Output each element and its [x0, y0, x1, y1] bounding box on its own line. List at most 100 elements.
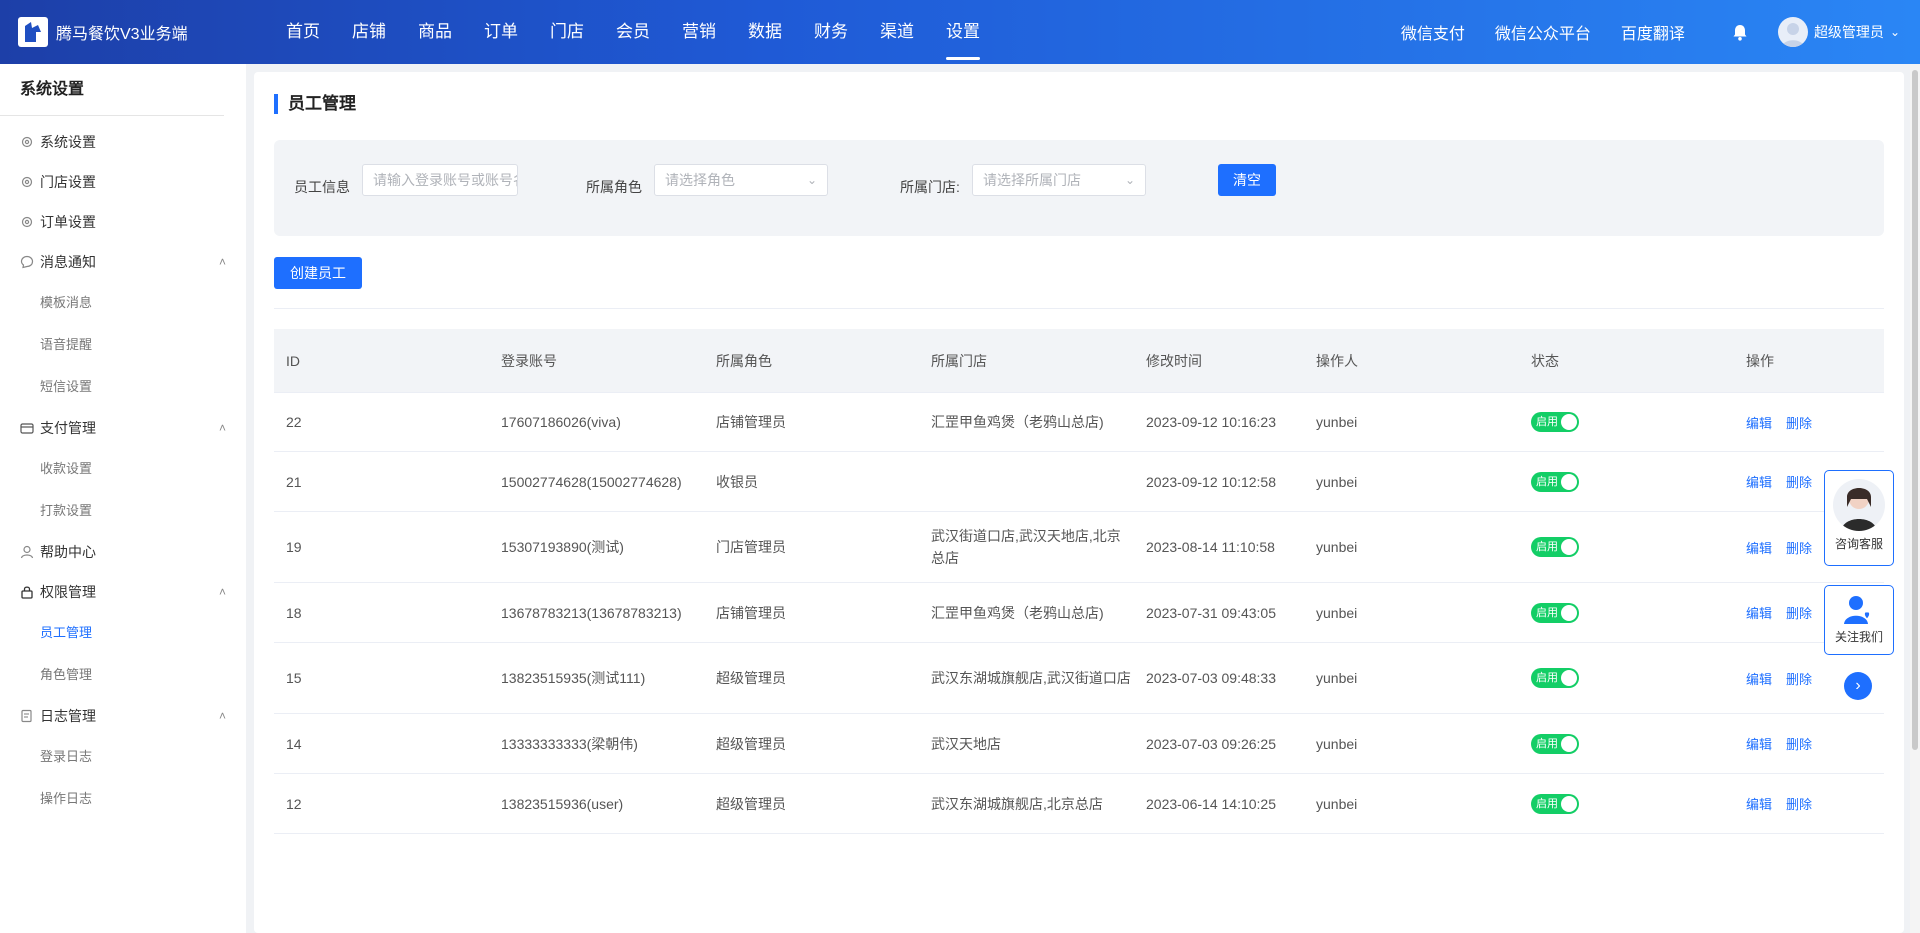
nav-item[interactable]: 设置	[930, 0, 996, 64]
cell-role: 门店管理员	[716, 539, 786, 555]
sidebar-subitem[interactable]: 收款设置	[40, 448, 136, 490]
sidebar-submenu: 员工管理 角色管理	[20, 612, 226, 696]
employee-search-input[interactable]: 请输入登录账号或账号名称	[362, 164, 518, 196]
nav-item[interactable]: 店铺	[336, 0, 402, 64]
cell-operator: yunbei	[1316, 735, 1358, 752]
status-toggle[interactable]: 启用	[1531, 668, 1579, 688]
lock-icon	[20, 585, 34, 599]
sidebar-subitem[interactable]: 登录日志	[40, 736, 136, 778]
consult-service-widget[interactable]: 咨询客服	[1824, 470, 1894, 566]
sidebar-subitem[interactable]: 角色管理	[40, 654, 136, 696]
edit-link[interactable]: 编辑	[1746, 603, 1772, 622]
chevron-down-icon: ⌄	[806, 173, 817, 187]
cell-role: 超级管理员	[716, 670, 786, 686]
chevron-up-icon[interactable]: ˄	[219, 255, 226, 269]
follow-user-icon	[1842, 594, 1876, 626]
chevron-up-icon[interactable]: ˄	[219, 421, 226, 435]
user-menu[interactable]: 超级管理员 ⌄	[1777, 17, 1900, 47]
nav-item[interactable]: 数据	[732, 0, 798, 64]
create-employee-button[interactable]: 创建员工	[274, 257, 362, 289]
chevron-right-icon[interactable]: ›	[1844, 672, 1872, 700]
scrollbar[interactable]	[1910, 64, 1920, 933]
delete-link[interactable]: 删除	[1786, 413, 1812, 432]
toggle-knob	[1561, 539, 1577, 555]
scrollbar-thumb[interactable]	[1912, 70, 1918, 750]
sidebar-subitem[interactable]: 操作日志	[40, 778, 136, 820]
edit-link[interactable]: 编辑	[1746, 413, 1772, 432]
sidebar-item[interactable]: 门店设置	[20, 162, 226, 202]
status-toggle-label: 启用	[1536, 475, 1558, 488]
cell-operator: yunbei	[1316, 795, 1358, 812]
column-header: ID	[286, 352, 300, 369]
main-nav: 首页 店铺 商品 订单 门店 会员 营销 数据 财务 渠道 设置	[270, 0, 996, 64]
sidebar-item[interactable]: 订单设置	[20, 202, 226, 242]
store-select[interactable]: 请选择所属门店 ⌄	[972, 164, 1146, 196]
sidebar-subitem[interactable]: 打款设置	[40, 490, 136, 532]
brand[interactable]: 腾马餐饮V3业务端	[0, 17, 260, 47]
sidebar: 系统设置 系统设置 门店设置 订单设置 消息通知 ˄ 模板消息 语音提醒 短信设置 支付管理 ˄ 收…	[0, 64, 246, 933]
edit-link[interactable]: 编辑	[1746, 472, 1772, 491]
table-row: 12 13823515936(user) 超级管理员 武汉东湖城旗舰店,北京总店 202…	[274, 774, 1884, 834]
nav-item[interactable]: 财务	[798, 0, 864, 64]
wechat-pay-link[interactable]: 微信支付	[1386, 20, 1480, 44]
cell-status: 启用	[1519, 733, 1734, 754]
cell-operator: yunbei	[1316, 604, 1358, 621]
cell-account: 15307193890(测试)	[501, 539, 624, 555]
cell-id: 21	[286, 473, 302, 490]
follow-us-widget[interactable]: 关注我们	[1824, 585, 1894, 655]
chevron-up-icon[interactable]: ˄	[219, 585, 226, 599]
sidebar-item[interactable]: 帮助中心	[20, 532, 226, 572]
sidebar-item[interactable]: 支付管理 ˄	[20, 408, 226, 448]
chevron-down-icon: ⌄	[1124, 173, 1135, 187]
toggle-knob	[1561, 670, 1577, 686]
status-toggle-label: 启用	[1536, 672, 1558, 684]
nav-item[interactable]: 商品	[402, 0, 468, 64]
sidebar-item[interactable]: 系统设置	[20, 122, 226, 162]
cell-id: 15	[286, 670, 302, 686]
nav-item[interactable]: 首页	[270, 0, 336, 64]
status-toggle[interactable]: 启用	[1531, 793, 1579, 814]
table-row: 18 13678783213(13678783213) 店铺管理员 汇罡甲鱼鸡煲（老鸦…	[274, 583, 1884, 643]
delete-link[interactable]: 删除	[1786, 538, 1812, 557]
sidebar-item-label: 权限管理	[40, 584, 96, 600]
status-toggle[interactable]: 启用	[1531, 602, 1579, 623]
status-toggle[interactable]: 启用	[1531, 412, 1579, 432]
baidu-translate-link[interactable]: 百度翻译	[1606, 20, 1700, 44]
nav-item[interactable]: 渠道	[864, 0, 930, 64]
edit-link[interactable]: 编辑	[1746, 669, 1772, 688]
status-toggle[interactable]: 启用	[1531, 471, 1579, 492]
sidebar-subitem[interactable]: 语音提醒	[40, 324, 136, 366]
edit-link[interactable]: 编辑	[1746, 734, 1772, 753]
sidebar-subitem[interactable]: 短信设置	[40, 366, 136, 408]
table-row: 22 17607186026(viva) 店铺管理员 汇罡甲鱼鸡煲（老鸦山总店) 202…	[274, 393, 1884, 452]
sidebar-subitem[interactable]: 模板消息	[40, 282, 136, 324]
nav-item[interactable]: 订单	[468, 0, 534, 64]
table-row: 14 13333333333(梁朝伟) 超级管理员 武汉天地店 2023-07-03 0…	[274, 714, 1884, 774]
sidebar-subitem[interactable]: 员工管理	[40, 612, 136, 654]
sidebar-item[interactable]: 消息通知 ˄	[20, 242, 226, 282]
nav-item[interactable]: 门店	[534, 0, 600, 64]
delete-link[interactable]: 删除	[1786, 794, 1812, 813]
bell-icon[interactable]	[1720, 24, 1760, 41]
clear-button[interactable]: 清空	[1218, 164, 1276, 196]
wechat-platform-link[interactable]: 微信公众平台	[1480, 20, 1606, 44]
delete-link[interactable]: 删除	[1786, 669, 1812, 688]
delete-link[interactable]: 删除	[1786, 734, 1812, 753]
nav-item[interactable]: 营销	[666, 0, 732, 64]
status-toggle[interactable]: 启用	[1531, 537, 1579, 557]
edit-link[interactable]: 编辑	[1746, 538, 1772, 557]
cell-operator: yunbei	[1316, 539, 1358, 555]
sidebar-item[interactable]: 权限管理 ˄	[20, 572, 226, 612]
status-toggle[interactable]: 启用	[1531, 733, 1579, 754]
status-toggle-label: 启用	[1536, 541, 1558, 553]
cell-store: 武汉东湖城旗舰店,武汉街道口店	[931, 670, 1131, 686]
chevron-up-icon[interactable]: ˄	[219, 709, 226, 723]
edit-link[interactable]: 编辑	[1746, 794, 1772, 813]
cell-id: 19	[286, 539, 302, 555]
nav-item[interactable]: 会员	[600, 0, 666, 64]
cell-time: 2023-09-12 10:12:58	[1146, 473, 1276, 490]
sidebar-item[interactable]: 日志管理 ˄	[20, 696, 226, 736]
delete-link[interactable]: 删除	[1786, 603, 1812, 622]
delete-link[interactable]: 删除	[1786, 472, 1812, 491]
role-select[interactable]: 请选择角色 ⌄	[654, 164, 828, 196]
